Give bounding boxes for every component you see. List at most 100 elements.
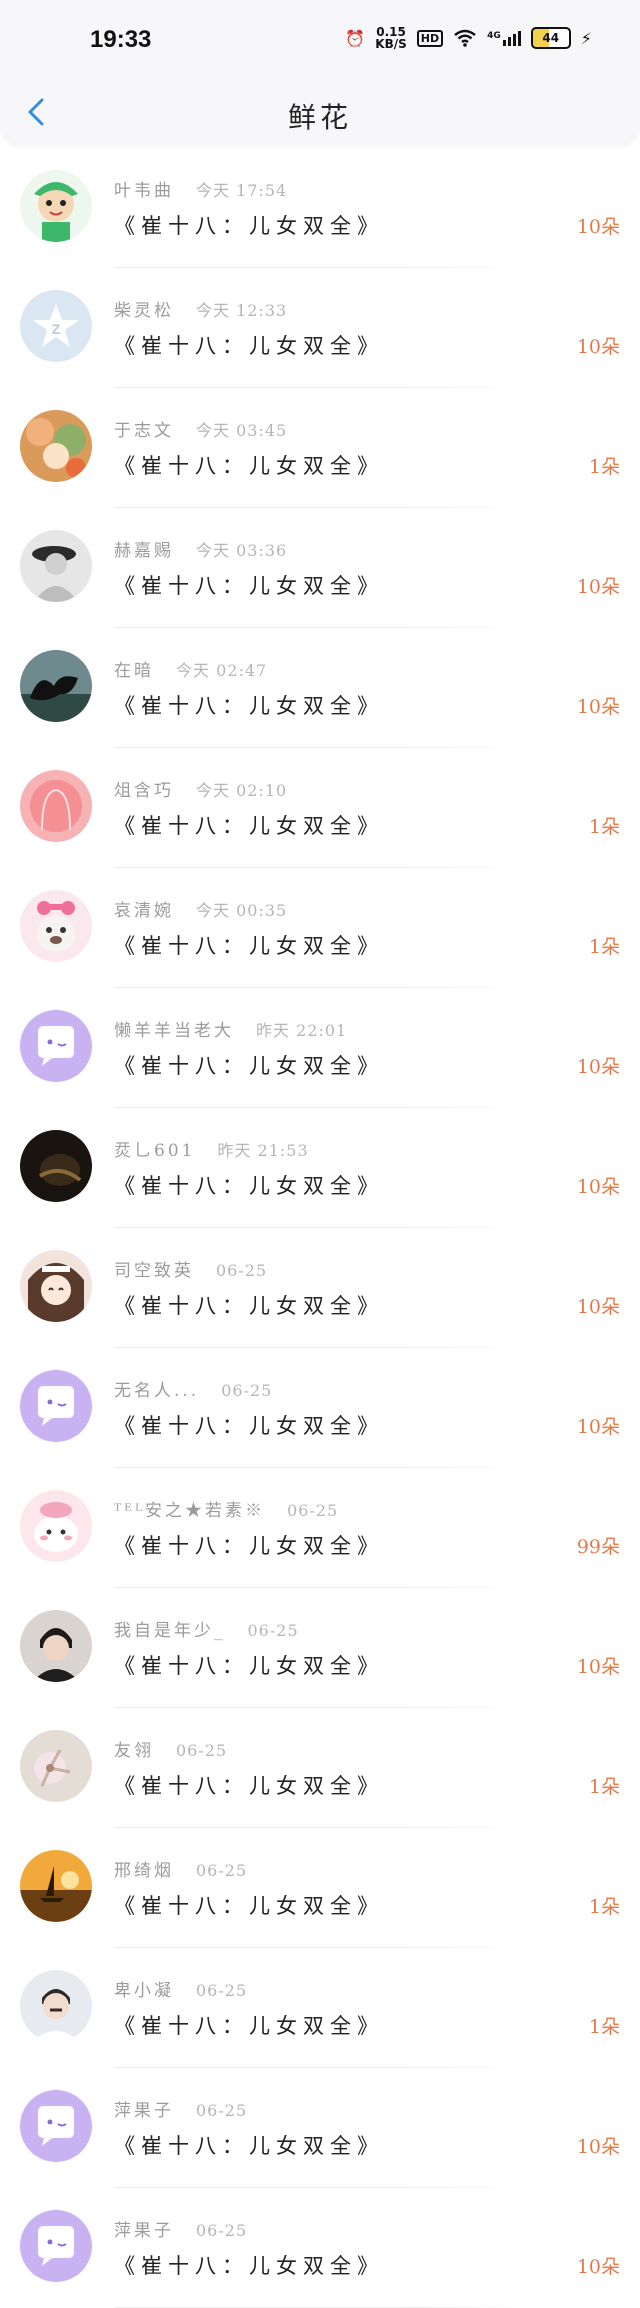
list-item[interactable]: 烎乚601 昨天 21:53 《崔十八：儿女双全》 10朵	[0, 1108, 640, 1228]
book-title[interactable]: 《崔十八：儿女双全》	[114, 1050, 384, 1080]
avatar[interactable]	[20, 1610, 92, 1682]
list-item[interactable]: 卑小凝 06-25 《崔十八：儿女双全》 1朵	[0, 1948, 640, 2068]
list-item[interactable]: 友翎 06-25 《崔十八：儿女双全》 1朵	[0, 1708, 640, 1828]
list-item[interactable]: 我自是年少_ 06-25 《崔十八：儿女双全》 10朵	[0, 1588, 640, 1708]
list-item[interactable]: 懒羊羊当老大 昨天 22:01 《崔十八：儿女双全》 10朵	[0, 988, 640, 1108]
book-title[interactable]: 《崔十八：儿女双全》	[114, 1410, 384, 1440]
sender-name[interactable]: 无名人...	[114, 1381, 199, 1401]
sender-line: 哀清婉 今天 00:35	[114, 896, 287, 921]
sender-name[interactable]: 于志文	[114, 421, 174, 441]
avatar[interactable]	[20, 1490, 92, 1562]
list-item[interactable]: 俎含巧 今天 02:10 《崔十八：儿女双全》 1朵	[0, 748, 640, 868]
sender-line: 于志文 今天 03:45	[114, 416, 287, 441]
book-title[interactable]: 《崔十八：儿女双全》	[114, 1290, 384, 1320]
flower-count: 10朵	[576, 696, 620, 718]
sender-line: 俎含巧 今天 02:10	[114, 776, 287, 801]
hd-badge: HD	[416, 29, 444, 47]
nav-header: 鲜花	[0, 78, 640, 146]
avatar[interactable]: Z	[20, 290, 92, 362]
avatar[interactable]	[20, 1250, 92, 1322]
list-item[interactable]: 萍果子 06-25 《崔十八：儿女双全》 10朵	[0, 2068, 640, 2188]
flower-count: 10朵	[576, 336, 620, 358]
sender-name[interactable]: 我自是年少_	[114, 1621, 226, 1641]
list-item[interactable]: 司空致英 06-25 《崔十八：儿女双全》 10朵	[0, 1228, 640, 1348]
book-title[interactable]: 《崔十八：儿女双全》	[114, 930, 384, 960]
flower-count: 1朵	[588, 2016, 620, 2038]
sender-name[interactable]: 哀清婉	[114, 901, 174, 921]
sender-name[interactable]: 赫嘉赐	[114, 541, 174, 561]
book-title[interactable]: 《崔十八：儿女双全》	[114, 1170, 384, 1200]
list-item[interactable]: 叶韦曲 今天 17:54 《崔十八：儿女双全》 10朵	[0, 148, 640, 268]
avatar[interactable]	[20, 1730, 92, 1802]
battery-icon: 44	[530, 27, 571, 49]
timestamp: 06-25	[247, 1621, 299, 1640]
list-item[interactable]: 赫嘉赐 今天 03:36 《崔十八：儿女双全》 10朵	[0, 508, 640, 628]
book-title[interactable]: 《崔十八：儿女双全》	[114, 810, 384, 840]
flower-count: 10朵	[576, 1656, 620, 1678]
timestamp: 今天 02:10	[196, 781, 288, 800]
book-title[interactable]: 《崔十八：儿女双全》	[114, 210, 384, 240]
avatar[interactable]	[20, 890, 92, 962]
timestamp: 今天 17:54	[196, 181, 288, 200]
list-item[interactable]: ᵀᴱᴸ安之★若素※ 06-25 《崔十八：儿女双全》 99朵	[0, 1468, 640, 1588]
list-item[interactable]: 哀清婉 今天 00:35 《崔十八：儿女双全》 1朵	[0, 868, 640, 988]
sender-name[interactable]: 叶韦曲	[114, 181, 174, 201]
sender-name[interactable]: 司空致英	[114, 1261, 194, 1281]
avatar[interactable]	[20, 2210, 92, 2282]
avatar[interactable]	[20, 770, 92, 842]
avatar[interactable]	[20, 530, 92, 602]
sender-name[interactable]: 烎乚601	[114, 1141, 195, 1161]
sender-name[interactable]: 懒羊羊当老大	[114, 1021, 234, 1041]
list-item[interactable]: 萍果子 06-25 《崔十八：儿女双全》 10朵	[0, 2188, 640, 2308]
book-title[interactable]: 《崔十八：儿女双全》	[114, 2010, 384, 2040]
charging-icon: ⚡	[580, 28, 592, 48]
sender-line: 在暗 今天 02:47	[114, 656, 267, 681]
sender-line: 叶韦曲 今天 17:54	[114, 176, 287, 201]
sender-name[interactable]: ᵀᴱᴸ安之★若素※	[114, 1501, 265, 1521]
avatar[interactable]	[20, 1370, 92, 1442]
flower-count: 1朵	[588, 816, 620, 838]
list-item[interactable]: 无名人... 06-25 《崔十八：儿女双全》 10朵	[0, 1348, 640, 1468]
sender-name[interactable]: 俎含巧	[114, 781, 174, 801]
signal-type: 4G	[487, 30, 501, 41]
book-title[interactable]: 《崔十八：儿女双全》	[114, 570, 384, 600]
avatar[interactable]	[20, 1850, 92, 1922]
timestamp: 06-25	[196, 2101, 248, 2120]
sender-line: 萍果子 06-25	[114, 2096, 247, 2121]
book-title[interactable]: 《崔十八：儿女双全》	[114, 330, 384, 360]
timestamp: 今天 02:47	[176, 661, 268, 680]
avatar[interactable]	[20, 1010, 92, 1082]
book-title[interactable]: 《崔十八：儿女双全》	[114, 1770, 384, 1800]
sender-line: 柴灵松 今天 12:33	[114, 296, 287, 321]
list-item[interactable]: Z 柴灵松 今天 12:33 《崔十八：儿女双全》 10朵	[0, 268, 640, 388]
timestamp: 昨天 21:53	[217, 1141, 309, 1160]
timestamp: 今天 03:45	[196, 421, 288, 440]
avatar[interactable]	[20, 1970, 92, 2042]
book-title[interactable]: 《崔十八：儿女双全》	[114, 2130, 384, 2160]
book-title[interactable]: 《崔十八：儿女双全》	[114, 2250, 384, 2280]
sender-name[interactable]: 柴灵松	[114, 301, 174, 321]
sender-name[interactable]: 邢绮烟	[114, 1861, 174, 1881]
sender-name[interactable]: 卑小凝	[114, 1981, 174, 2001]
list-item[interactable]: 于志文 今天 03:45 《崔十八：儿女双全》 1朵	[0, 388, 640, 508]
book-title[interactable]: 《崔十八：儿女双全》	[114, 690, 384, 720]
avatar[interactable]	[20, 410, 92, 482]
book-title[interactable]: 《崔十八：儿女双全》	[114, 450, 384, 480]
sender-name[interactable]: 萍果子	[114, 2221, 174, 2241]
book-title[interactable]: 《崔十八：儿女双全》	[114, 1890, 384, 1920]
sender-line: 友翎 06-25	[114, 1736, 227, 1761]
book-title[interactable]: 《崔十八：儿女双全》	[114, 1650, 384, 1680]
sender-line: 懒羊羊当老大 昨天 22:01	[114, 1016, 347, 1041]
avatar[interactable]	[20, 1130, 92, 1202]
list-item[interactable]: 在暗 今天 02:47 《崔十八：儿女双全》 10朵	[0, 628, 640, 748]
book-title[interactable]: 《崔十八：儿女双全》	[114, 1530, 384, 1560]
avatar[interactable]	[20, 2090, 92, 2162]
sender-name[interactable]: 在暗	[114, 661, 154, 681]
avatar[interactable]	[20, 170, 92, 242]
sender-line: 无名人... 06-25	[114, 1376, 272, 1401]
avatar[interactable]	[20, 650, 92, 722]
sender-name[interactable]: 萍果子	[114, 2101, 174, 2121]
list-item[interactable]: 邢绮烟 06-25 《崔十八：儿女双全》 1朵	[0, 1828, 640, 1948]
timestamp: 06-25	[216, 1261, 268, 1280]
sender-name[interactable]: 友翎	[114, 1741, 154, 1761]
